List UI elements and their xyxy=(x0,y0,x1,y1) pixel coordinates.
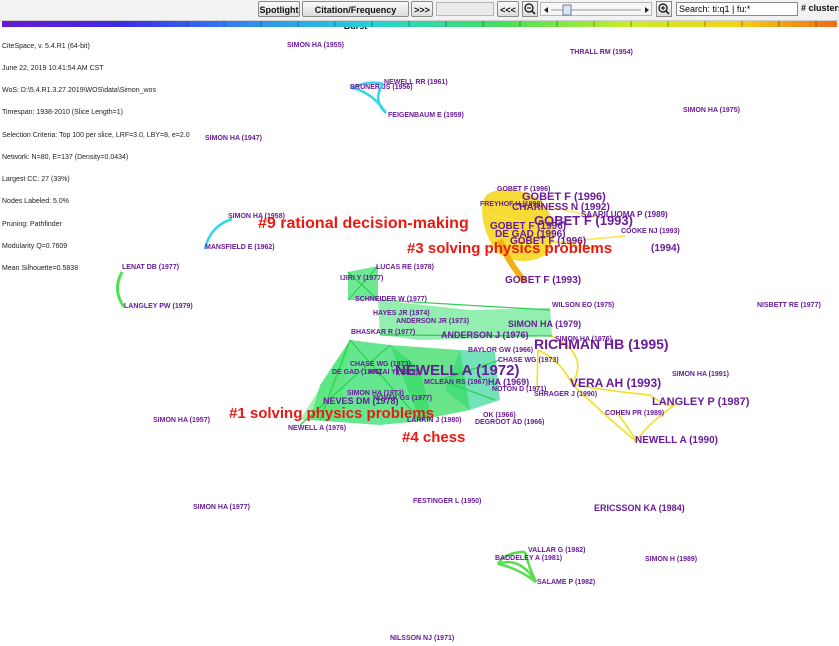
node-label[interactable]: IJIRI Y (1977) xyxy=(340,275,383,282)
node-label[interactable]: FREYHOF H (1992) xyxy=(480,201,543,208)
node-label[interactable]: OK (1966) xyxy=(483,412,516,419)
node-label[interactable]: BHASKAR R (1977) xyxy=(351,329,415,336)
node-label[interactable]: SIMON HA (1947) xyxy=(205,135,262,142)
node-label[interactable]: SCHNEIDER W (1977) xyxy=(355,296,427,303)
node-label[interactable]: HAYES JR (1974) xyxy=(373,310,430,317)
node-label[interactable]: SIMON HA (1991) xyxy=(672,371,729,378)
node-label[interactable]: SIMON HA (1957) xyxy=(153,417,210,424)
node-label[interactable]: LUCAS RE (1978) xyxy=(376,264,434,271)
node-label[interactable]: THRALL RM (1954) xyxy=(570,49,633,56)
node-label[interactable]: BADDELEY A (1981) xyxy=(495,555,562,562)
cluster-label-1[interactable]: #1 solving physics problems xyxy=(229,406,434,421)
node-label[interactable]: SIMON HA (1975) xyxy=(683,107,740,114)
node-label[interactable]: VALLAR G (1982) xyxy=(528,547,585,554)
cluster-label-4[interactable]: #4 chess xyxy=(402,430,465,445)
node-label[interactable]: ANDERSON JR (1973) xyxy=(396,318,469,325)
node-label[interactable]: LANGLEY P (1987) xyxy=(652,397,749,408)
node-label[interactable]: SALAME P (1982) xyxy=(537,579,595,586)
node-label[interactable]: WILSON EO (1975) xyxy=(552,302,614,309)
node-label[interactable]: NEWELL A (1976) xyxy=(288,425,346,432)
node-label[interactable]: SHRAGER J (1990) xyxy=(534,391,597,398)
node-label[interactable]: DEGROOT AD (1966) xyxy=(475,419,544,426)
node-label[interactable]: SAARILUOMA P (1989) xyxy=(581,211,668,219)
node-label[interactable]: NEWELL A (1990) xyxy=(635,436,718,446)
node-label[interactable]: ANZAI Y (1979) xyxy=(368,369,418,376)
cluster-label-9[interactable]: #9 rational decision-making xyxy=(258,216,469,232)
node-label[interactable]: COHEN PR (1989) xyxy=(605,410,664,417)
node-label[interactable]: RICHMAN HB (1995) xyxy=(534,337,669,351)
node-label[interactable]: VERA AH (1993) xyxy=(570,377,661,389)
node-label[interactable]: FEIGENBAUM E (1959) xyxy=(388,112,464,119)
node-label[interactable]: (1994) xyxy=(651,244,680,254)
node-label[interactable]: MANSFIELD E (1962) xyxy=(205,244,275,251)
node-label[interactable]: SIMON HA (1979) xyxy=(508,320,581,329)
node-label[interactable]: ERICSSON KA (1984) xyxy=(594,504,685,513)
cluster-lenat-edge xyxy=(116,271,126,308)
node-label[interactable]: SIMON H (1989) xyxy=(645,556,697,563)
node-label[interactable]: SIMON HA (1977) xyxy=(193,504,250,511)
node-label[interactable]: FESTINGER L (1950) xyxy=(413,498,481,505)
node-label[interactable]: COOKE NJ (1993) xyxy=(621,228,680,235)
node-label[interactable]: NISBETT RE (1977) xyxy=(757,302,821,309)
node-label[interactable]: BAYLOR GW (1966) xyxy=(468,347,533,354)
node-label[interactable]: SIMON HA (1955) xyxy=(287,42,344,49)
node-label[interactable]: GOBET F (1993) xyxy=(505,276,581,286)
node-label[interactable]: MCLEAN RS (1967) xyxy=(424,379,488,386)
node-label[interactable]: LANGLEY PW (1979) xyxy=(124,303,193,310)
cluster-label-3[interactable]: #3 solving physics problems xyxy=(407,241,612,256)
node-label[interactable]: BRUNER JS (1956) xyxy=(350,84,413,91)
node-label[interactable]: NILSSON NJ (1971) xyxy=(390,635,454,642)
node-label[interactable]: ANDERSON J (1976) xyxy=(441,331,529,340)
node-label[interactable]: LENAT DB (1977) xyxy=(122,264,179,271)
